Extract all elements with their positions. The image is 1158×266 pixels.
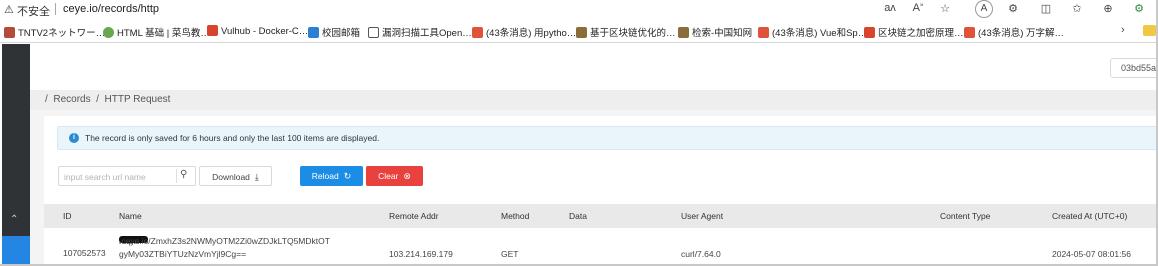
runoob-icon (103, 27, 114, 38)
bookmark-item[interactable]: 校园邮箱 (308, 25, 360, 39)
bookmark-item[interactable]: (43条消息) 用pytho… (472, 25, 576, 39)
csdn-icon (472, 27, 483, 38)
column-header-data[interactable]: Data (569, 211, 587, 221)
cell-method: GET (501, 249, 519, 259)
split-screen-icon[interactable]: ◫ (1038, 2, 1054, 15)
records-card: i The record is only saved for 6 hours a… (44, 116, 1156, 264)
cell-id: 107052573 (63, 248, 106, 258)
column-header-method[interactable]: Method (501, 211, 529, 221)
vulhub-icon (207, 25, 218, 36)
cnki-icon (678, 27, 689, 38)
bookmark-item[interactable]: TNTV2ネットワー… (4, 25, 105, 39)
column-header-content-type[interactable]: Content Type (940, 211, 990, 221)
download-button[interactable]: Download ⤓ (199, 166, 272, 186)
collections-icon[interactable]: ⊕ (1100, 2, 1116, 15)
top-header: 03bd55a4 (30, 44, 1156, 90)
settings-icon[interactable]: ⚙ (1131, 2, 1147, 15)
table-header: ID Name Remote Addr Method Data User Age… (44, 204, 1156, 228)
scan-icon (368, 27, 379, 38)
security-label[interactable]: 不安全 (17, 3, 50, 19)
download-label: Download (212, 172, 250, 182)
reload-label: Reload (311, 171, 339, 181)
address-separator (55, 3, 56, 15)
paper-icon (576, 27, 587, 38)
alert-text: The record is only saved for 6 hours and… (85, 133, 380, 143)
main-content: i The record is only saved for 6 hours a… (30, 110, 1156, 264)
column-header-created-at[interactable]: Created At (UTC+0) (1052, 211, 1127, 221)
search-box: ⚲ (58, 166, 196, 186)
breadcrumb-records[interactable]: Records (53, 94, 90, 105)
sidebar: ⌃ (2, 44, 30, 264)
address-bar: ⚠ 不安全 ceye.io/records/http aʌ A» ☆ A ⚙ ◫… (0, 0, 1156, 19)
search-icon[interactable]: ⚲ (180, 169, 187, 180)
breadcrumb-separator: / (96, 94, 99, 105)
bookmark-item[interactable]: 检索-中国知网 (678, 25, 752, 39)
info-icon: i (69, 133, 79, 143)
cell-created-at: 2024-05-07 08:01:56 (1052, 249, 1131, 259)
table-row[interactable]: 107052573 http://.ceye.io/ZmxhZ3s2NWMyOT… (44, 228, 1156, 264)
clear-button[interactable]: Clear ⊗ (366, 166, 423, 186)
blockchain-icon (864, 27, 875, 38)
bookmark-item[interactable]: 基于区块链优化的… (576, 25, 676, 39)
search-input[interactable] (64, 170, 174, 183)
bookmarks-bar: TNTV2ネットワー… HTML 基础 | 菜鸟教… Vulhub - Dock… (0, 21, 1156, 43)
info-alert: i The record is only saved for 6 hours a… (57, 126, 1156, 150)
reader-mode-icon[interactable]: aʌ (882, 2, 898, 14)
folder-icon[interactable] (1143, 25, 1156, 36)
column-header-name[interactable]: Name (119, 211, 142, 221)
csdn-icon (964, 27, 975, 38)
search-divider (176, 169, 177, 183)
download-icon: ⤓ (254, 172, 259, 182)
column-header-user-agent[interactable]: User Agent (681, 211, 723, 221)
breadcrumb: / Records / HTTP Request (30, 90, 1156, 110)
close-circle-icon: ⊗ (403, 171, 411, 181)
breadcrumb-http-request: HTTP Request (104, 94, 171, 105)
cell-name-line2: gyMy03ZTBiYTUzNzVmYjl9Cg== (119, 249, 247, 259)
bookmark-item[interactable]: 区块链之加密原理… (864, 25, 964, 39)
favorites-icon[interactable]: ✩ (1069, 2, 1085, 15)
bookmark-item[interactable]: Vulhub - Docker-C… (207, 25, 308, 37)
read-aloud-icon[interactable]: A» (910, 2, 926, 14)
chevron-right-icon[interactable]: › (1121, 24, 1125, 36)
reload-button[interactable]: Reload ↻ (300, 166, 363, 186)
breadcrumb-separator: / (45, 94, 48, 105)
clear-label: Clear (378, 171, 399, 181)
chevron-up-icon[interactable]: ⌃ (10, 214, 18, 225)
column-header-id[interactable]: ID (63, 211, 72, 221)
tntv-icon (4, 27, 15, 38)
cell-user-agent: curl/7.64.0 (681, 249, 721, 259)
csdn-icon (758, 27, 769, 38)
url-field[interactable]: ceye.io/records/http (63, 3, 159, 15)
refresh-icon: ↻ (343, 171, 352, 181)
cell-remote-addr: 103.214.169.179 (389, 249, 453, 259)
warning-icon[interactable]: ⚠ (4, 3, 14, 16)
bookmark-item[interactable]: (43条消息) 万字解… (964, 25, 1064, 39)
extensions-icon[interactable]: ⚙ (1005, 2, 1021, 15)
browser-window: ⚠ 不安全 ceye.io/records/http aʌ A» ☆ A ⚙ ◫… (0, 0, 1158, 266)
profile-avatar[interactable]: A (975, 0, 993, 18)
bookmark-item[interactable]: 漏洞扫描工具Open… (368, 25, 472, 39)
bookmark-item[interactable]: (43条消息) Vue和Sp… (758, 25, 867, 39)
user-token-box[interactable]: 03bd55a4 (1110, 58, 1156, 78)
column-header-remote-addr[interactable]: Remote Addr (389, 211, 439, 221)
mail-icon (308, 27, 319, 38)
favorite-star-icon[interactable]: ☆ (937, 2, 953, 15)
sidebar-item-active[interactable] (2, 236, 30, 264)
bookmark-item[interactable]: HTML 基础 | 菜鸟教… (103, 25, 210, 39)
